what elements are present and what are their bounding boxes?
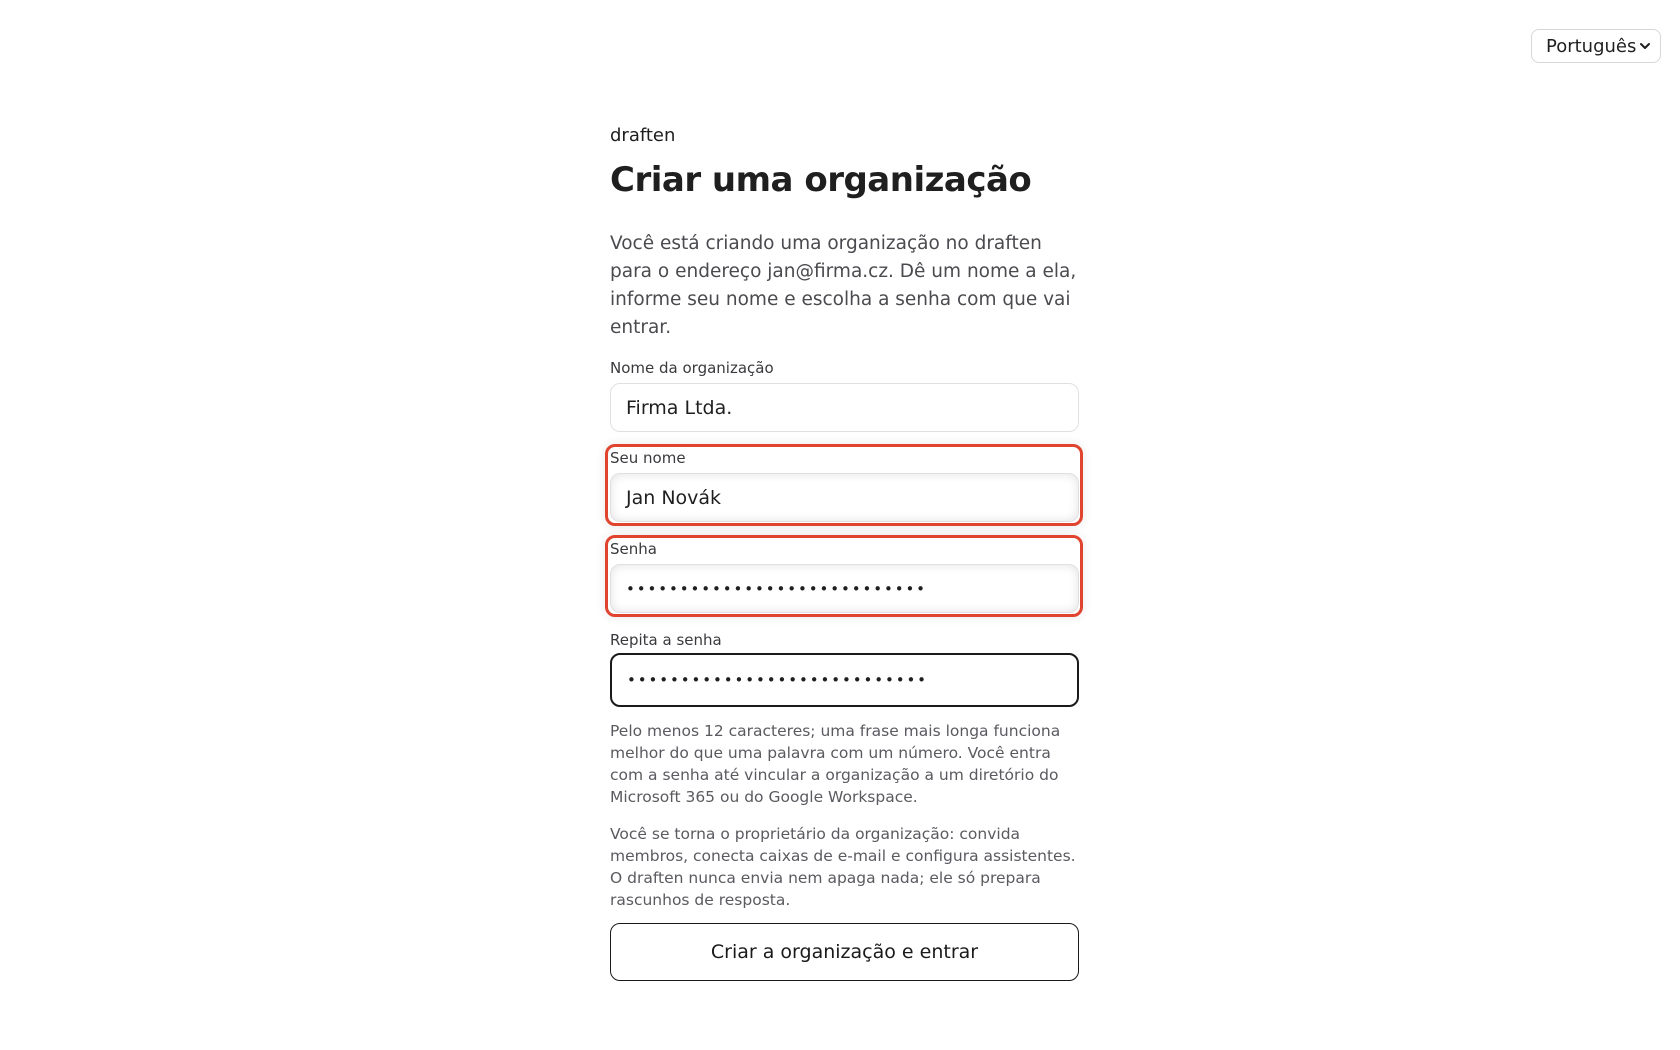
your-name-input[interactable]: Jan Novák [610, 473, 1079, 522]
password-value: •••••••••••••••••••••••••••• [626, 579, 927, 598]
page-title: Criar uma organização [610, 160, 1032, 200]
password-repeat-value: •••••••••••••••••••••••••••• [627, 671, 928, 689]
org-name-input[interactable]: Firma Ltda. [610, 383, 1079, 432]
password-repeat-input[interactable]: •••••••••••••••••••••••••••• [610, 653, 1079, 707]
your-name-value: Jan Novák [626, 486, 722, 509]
brand-name: draften [610, 125, 676, 146]
language-select-value: Português [1546, 35, 1637, 57]
intro-text: Você está criando uma organização no dra… [610, 233, 1077, 338]
create-organization-button[interactable]: Criar a organização e entrar [610, 923, 1079, 981]
password-input[interactable]: •••••••••••••••••••••••••••• [610, 564, 1079, 613]
your-name-label: Seu nome [610, 449, 686, 467]
chevron-down-icon [1640, 43, 1650, 49]
language-select[interactable]: Português [1531, 29, 1661, 63]
org-name-label: Nome da organização [610, 359, 774, 377]
password-repeat-label: Repita a senha [610, 631, 722, 649]
password-label: Senha [610, 540, 657, 558]
org-name-value: Firma Ltda. [626, 396, 733, 419]
owner-note-text: Você se torna o proprietário da organiza… [610, 825, 1076, 909]
password-help-text: Pelo menos 12 caracteres; uma frase mais… [610, 722, 1061, 806]
